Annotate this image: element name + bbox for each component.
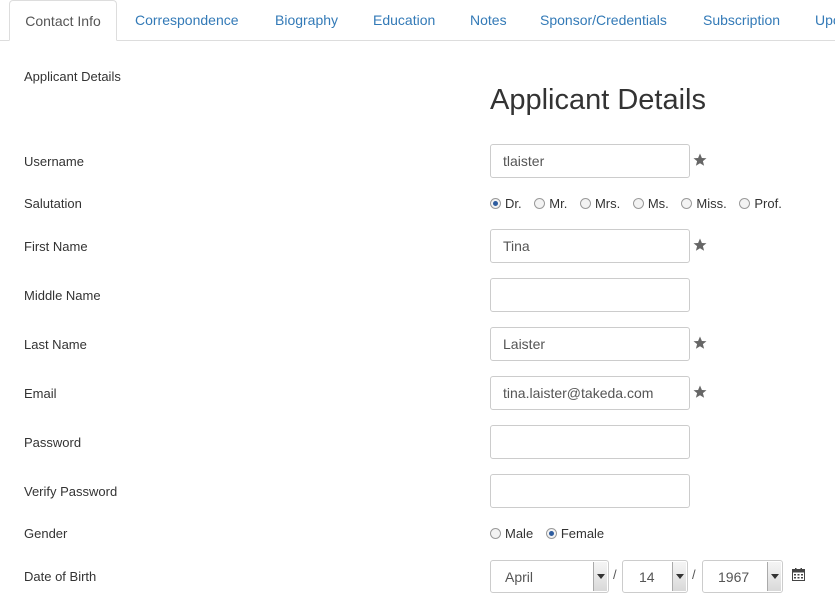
radio-button[interactable] (579, 198, 591, 209)
tab-contact-info[interactable]: Contact Info (9, 0, 117, 41)
dob-day-select[interactable]: 14 (622, 560, 688, 593)
dob-year-select[interactable]: 1967 (702, 560, 783, 593)
first-name-input[interactable] (490, 229, 690, 263)
calendar-icon[interactable] (792, 568, 805, 581)
salutation-radio-group: Dr. Mr. Mrs. Ms. Miss. Prof. (490, 196, 791, 211)
radio-button[interactable] (490, 528, 501, 539)
option-label: Male (505, 526, 534, 541)
salutation-option-mr[interactable]: Mr. (534, 196, 567, 211)
tab-updates[interactable]: Upc (815, 0, 835, 41)
last-name-input[interactable] (490, 327, 690, 361)
tab-subscription[interactable]: Subscription (703, 0, 780, 41)
middle-name-input[interactable] (490, 278, 690, 312)
username-label: Username (24, 154, 84, 169)
date-separator: / (692, 567, 696, 582)
star-icon (693, 336, 707, 349)
option-label: Mrs. (594, 196, 621, 211)
radio-button[interactable] (739, 198, 751, 209)
salutation-option-mrs[interactable]: Mrs. (579, 196, 621, 211)
radio-button[interactable] (490, 198, 501, 209)
option-label: Female (560, 526, 605, 541)
tab-correspondence[interactable]: Correspondence (135, 0, 239, 41)
gender-option-female[interactable]: Female (545, 526, 605, 541)
salutation-option-dr[interactable]: Dr. (490, 196, 522, 211)
section-label: Applicant Details (24, 69, 121, 84)
dob-label: Date of Birth (24, 569, 97, 584)
tab-biography[interactable]: Biography (275, 0, 338, 41)
dob-year-value: 1967 (718, 569, 750, 585)
chevron-down-icon[interactable] (672, 562, 686, 591)
radio-button[interactable] (681, 198, 693, 209)
verify-password-label: Verify Password (24, 484, 118, 499)
first-name-label: First Name (24, 239, 88, 254)
radio-button[interactable] (534, 198, 546, 209)
gender-radio-group: Male Female (490, 526, 613, 541)
star-icon (693, 153, 707, 166)
option-label: Mr. (549, 196, 568, 211)
option-label: Dr. (505, 196, 522, 211)
email-input[interactable] (490, 376, 690, 410)
password-input[interactable] (490, 425, 690, 459)
radio-button[interactable] (545, 528, 557, 539)
option-label: Miss. (696, 196, 727, 211)
tab-sponsor-credentials[interactable]: Sponsor/Credentials (540, 0, 667, 41)
chevron-down-icon[interactable] (767, 562, 781, 591)
salutation-option-prof[interactable]: Prof. (739, 196, 782, 211)
email-label: Email (24, 386, 57, 401)
tab-bar: Contact Info Correspondence Biography Ed… (0, 0, 835, 41)
page-title: Applicant Details (490, 84, 706, 116)
salutation-label: Salutation (24, 196, 82, 211)
password-label: Password (24, 435, 82, 450)
last-name-label: Last Name (24, 337, 87, 352)
chevron-down-icon[interactable] (593, 562, 607, 591)
gender-option-male[interactable]: Male (490, 526, 533, 541)
verify-password-input[interactable] (490, 474, 690, 508)
tab-education[interactable]: Education (373, 0, 435, 41)
dob-month-value: April (505, 569, 534, 585)
star-icon (693, 385, 707, 398)
option-label: Ms. (647, 196, 669, 211)
middle-name-label: Middle Name (24, 288, 101, 303)
salutation-option-ms[interactable]: Ms. (632, 196, 669, 211)
gender-label: Gender (24, 526, 68, 541)
star-icon (693, 238, 707, 251)
option-label: Prof. (754, 196, 782, 211)
username-input[interactable] (490, 144, 690, 178)
dob-day-value: 14 (639, 569, 655, 585)
radio-button[interactable] (632, 198, 644, 209)
date-separator: / (613, 567, 617, 582)
salutation-option-miss[interactable]: Miss. (681, 196, 727, 211)
tab-notes[interactable]: Notes (470, 0, 507, 41)
dob-month-select[interactable]: April (490, 560, 609, 593)
